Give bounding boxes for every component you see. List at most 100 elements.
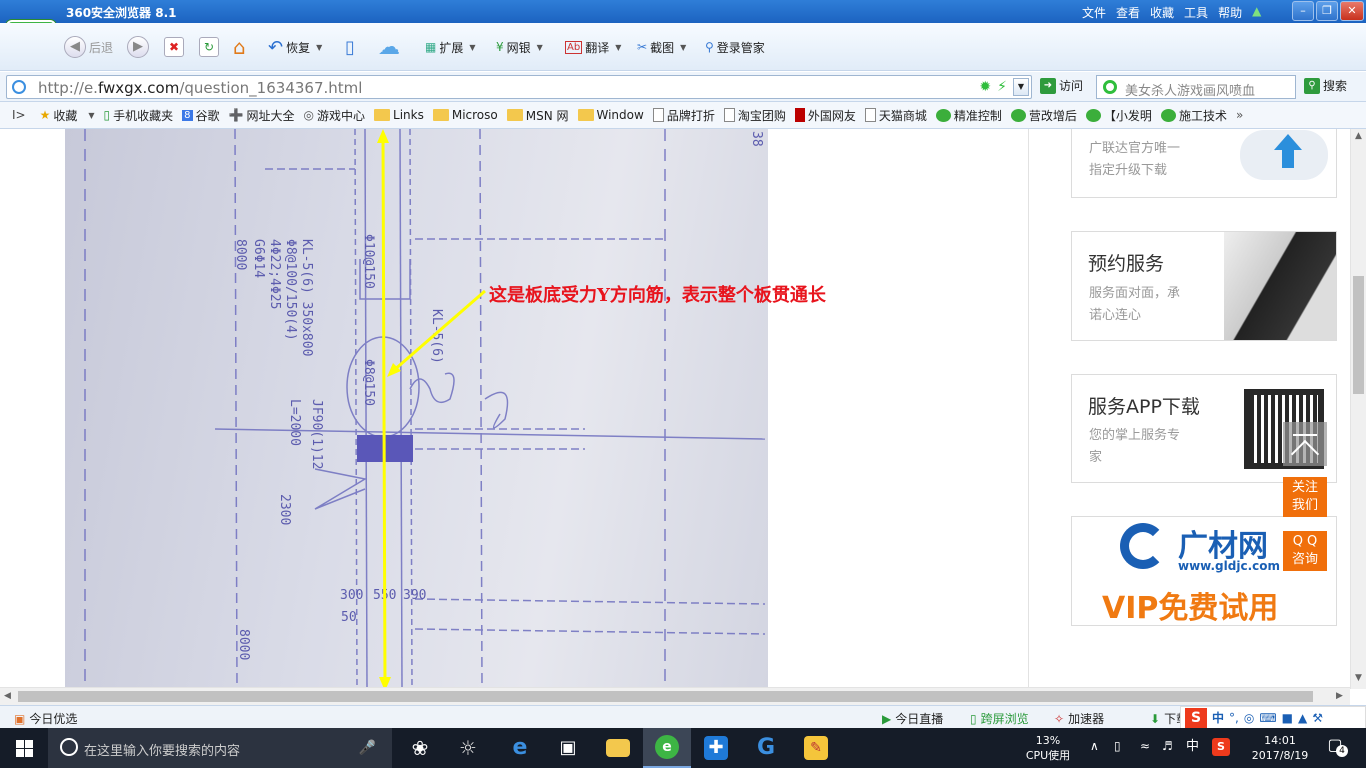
cpu-usage[interactable]: 13% CPU使用 bbox=[1024, 733, 1072, 763]
chat-icon bbox=[935, 108, 951, 122]
screenshot-button[interactable]: ✂ 截图 ▼ bbox=[637, 35, 686, 59]
stop-button[interactable]: ✖ bbox=[164, 35, 184, 59]
bookmark-item[interactable]: 品牌打折 bbox=[652, 107, 715, 124]
mobile-button[interactable]: ▯ bbox=[345, 35, 355, 59]
taskbar-app-chrome[interactable]: ☼ bbox=[444, 728, 492, 768]
bank-button[interactable]: ¥ 网银 ▼ bbox=[496, 35, 543, 59]
back-button[interactable]: ◀ 后退 bbox=[64, 35, 113, 59]
taskbar-app-360browser[interactable]: e bbox=[643, 728, 691, 768]
notification-center[interactable]: ▢ 4 bbox=[1324, 737, 1348, 757]
scroll-down-icon[interactable]: ▼ bbox=[1355, 673, 1362, 683]
bookmark-item[interactable]: 外国网友 bbox=[794, 107, 856, 124]
bookmark-item[interactable]: MSN 网 bbox=[506, 107, 569, 124]
back-to-top-button[interactable] bbox=[1283, 422, 1327, 469]
bookmark-item[interactable]: Window bbox=[577, 108, 644, 122]
clock[interactable]: 14:01 2017/8/19 bbox=[1238, 733, 1322, 763]
microphone-icon[interactable]: 🎤 bbox=[359, 740, 376, 756]
sogou-tray-icon[interactable]: S bbox=[1212, 738, 1230, 756]
taskbar-app-fan[interactable]: ❀ bbox=[396, 728, 444, 768]
loading-icon[interactable]: ✹ bbox=[979, 79, 991, 95]
taskbar-app-explorer[interactable] bbox=[594, 728, 642, 768]
visit-button[interactable]: ➜ 访问 bbox=[1040, 77, 1083, 94]
taskbar-app-edge[interactable]: e bbox=[496, 728, 544, 768]
sidebar-toggle-icon[interactable]: I> bbox=[12, 108, 26, 122]
taskbar-app-pin[interactable]: ✚ bbox=[692, 728, 740, 768]
bookmark-item[interactable]: 营改增后 bbox=[1010, 107, 1077, 124]
tray-ime[interactable]: 中 bbox=[1186, 739, 1199, 754]
bookmark-item[interactable]: 施工技术 bbox=[1160, 107, 1227, 124]
sogou-ime-bar[interactable]: S 中 °, ◎ ⌨ ■ ▲ ⚒ bbox=[1180, 706, 1366, 729]
forward-button[interactable]: ▶ bbox=[127, 35, 149, 59]
bookmark-item[interactable]: Microso bbox=[432, 108, 498, 122]
maximize-button[interactable]: ❐ bbox=[1316, 1, 1338, 21]
horizontal-scrollbar[interactable]: ◀ ▶ bbox=[0, 687, 1350, 705]
start-button[interactable] bbox=[0, 728, 48, 768]
bookmark-item[interactable]: 【小发明 bbox=[1085, 107, 1152, 124]
shirt-icon[interactable]: ▲ bbox=[1298, 711, 1307, 725]
taskbar-app-store[interactable]: ▣ bbox=[544, 728, 592, 768]
bookmark-item[interactable]: 天猫商城 bbox=[864, 107, 927, 124]
extend-button[interactable]: ▦ 扩展 ▼ bbox=[425, 35, 476, 59]
booking-service-card[interactable]: 预约服务 服务面对面，承 诺心连心 bbox=[1071, 231, 1337, 341]
ime-lang[interactable]: 中 bbox=[1212, 709, 1224, 726]
bookmark-item[interactable]: ▯ 手机收藏夹 bbox=[104, 107, 174, 124]
home-button[interactable]: ⌂ bbox=[233, 35, 246, 59]
bookmark-label: Links bbox=[393, 108, 424, 122]
today-live[interactable]: ▶ 今日直播 bbox=[882, 710, 943, 727]
upgrade-download-card[interactable]: 广联达官方唯一 指定升级下载 bbox=[1071, 129, 1337, 198]
close-button[interactable]: ✕ bbox=[1340, 1, 1364, 21]
wifi-icon[interactable]: ≈ bbox=[1140, 739, 1150, 754]
volume-icon[interactable]: ♬ bbox=[1162, 739, 1173, 754]
menu-view[interactable]: 查看 bbox=[1116, 4, 1140, 21]
search-box[interactable]: 美女杀人游戏画风喷血 bbox=[1096, 75, 1296, 99]
notification-count: 4 bbox=[1336, 745, 1348, 757]
menu-favorites[interactable]: 收藏 bbox=[1150, 4, 1174, 21]
translate-button[interactable]: Ab 翻译 ▼ bbox=[565, 35, 621, 59]
bookmark-item[interactable]: Links bbox=[374, 108, 424, 122]
punctuation-icon[interactable]: °, bbox=[1229, 711, 1239, 725]
menu-file[interactable]: 文件 bbox=[1082, 4, 1106, 21]
skin-icon[interactable]: ▲ bbox=[1252, 4, 1261, 21]
drawing-label-slab-bar: Φ8@150 bbox=[361, 359, 376, 406]
bookmark-item[interactable]: ◎ 游戏中心 bbox=[304, 107, 366, 124]
wrench-icon[interactable]: ⚒ bbox=[1312, 711, 1323, 725]
skin-icon[interactable]: ■ bbox=[1282, 711, 1293, 725]
follow-us-button[interactable]: 关注 我们 bbox=[1283, 477, 1327, 517]
network-icon[interactable]: ▯ bbox=[1114, 739, 1121, 754]
bookmark-item[interactable]: 8 谷歌 bbox=[182, 107, 220, 124]
bookmark-favorites[interactable]: ★ 收藏 ▼ bbox=[40, 107, 95, 124]
taskbar-app-notes[interactable]: ✎ bbox=[792, 728, 840, 768]
taskbar-app-glodon[interactable]: G bbox=[742, 728, 790, 768]
login-manager-button[interactable]: ⚲ 登录管家 bbox=[705, 35, 765, 59]
scroll-left-icon[interactable]: ◀ bbox=[4, 691, 11, 701]
minimize-button[interactable]: – bbox=[1292, 1, 1314, 21]
lightning-icon[interactable]: ⚡ bbox=[997, 79, 1007, 95]
scroll-up-icon[interactable]: ▲ bbox=[1355, 131, 1362, 141]
keyboard-icon[interactable]: ⌨ bbox=[1259, 711, 1276, 725]
vertical-scroll-thumb[interactable] bbox=[1353, 276, 1364, 394]
menu-help[interactable]: 帮助 bbox=[1218, 4, 1242, 21]
bookmark-item[interactable]: 淘宝团购 bbox=[723, 107, 786, 124]
scroll-right-icon[interactable]: ▶ bbox=[1336, 691, 1343, 701]
search-button[interactable]: ⚲ 搜索 bbox=[1304, 77, 1347, 94]
bookmark-item[interactable]: ➕ 网址大全 bbox=[229, 107, 295, 124]
refresh-button[interactable]: ↻ bbox=[199, 35, 219, 59]
address-url[interactable]: http://e.fwxgx.com/question_1634367.html bbox=[38, 79, 362, 97]
taskbar-search[interactable]: 在这里输入你要搜索的内容 🎤 bbox=[48, 728, 392, 768]
horizontal-scroll-thumb[interactable] bbox=[18, 691, 1313, 702]
bookmark-item[interactable]: 精准控制 bbox=[935, 107, 1002, 124]
cross-screen[interactable]: ▯ 跨屏浏览 bbox=[970, 710, 1029, 727]
restore-button[interactable]: ↶ 恢复 ▼ bbox=[268, 35, 322, 59]
today-picks[interactable]: ▣ 今日优选 bbox=[14, 710, 77, 727]
accelerator[interactable]: ✧ 加速器 bbox=[1054, 710, 1104, 727]
tray-chevron-up-icon[interactable]: ∧ bbox=[1090, 739, 1099, 754]
more-bookmarks-icon[interactable]: » bbox=[1236, 108, 1243, 122]
search-engine-icon[interactable] bbox=[1103, 80, 1117, 94]
cloud-button[interactable]: ☁ bbox=[378, 35, 400, 60]
address-bar[interactable]: http://e.fwxgx.com/question_1634367.html… bbox=[6, 75, 1032, 99]
microphone-icon[interactable]: ◎ bbox=[1244, 711, 1254, 725]
address-dropdown-button[interactable]: ▼ bbox=[1013, 78, 1029, 96]
menu-tools[interactable]: 工具 bbox=[1184, 4, 1208, 21]
qq-consult-button[interactable]: Q Q 咨询 bbox=[1283, 531, 1327, 571]
vertical-scrollbar[interactable]: ▲ ▼ bbox=[1350, 129, 1366, 689]
